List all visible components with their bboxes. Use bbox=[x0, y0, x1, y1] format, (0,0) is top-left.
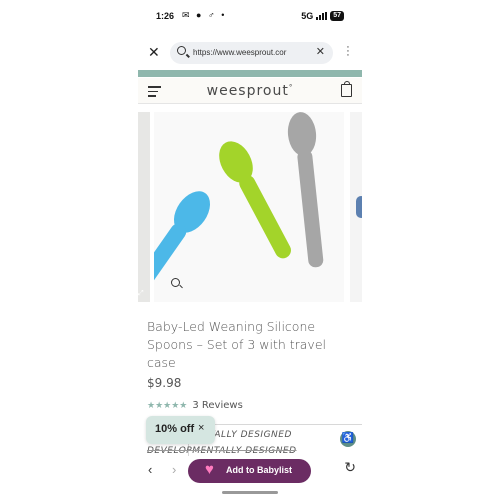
feature-line-1: NTALLY DESIGNED bbox=[202, 430, 292, 440]
feature-line-2: DEVELOPMENTALLY DESIGNED bbox=[147, 446, 297, 456]
logo-mark: ° bbox=[288, 83, 294, 92]
accessibility-icon[interactable]: ♿ bbox=[340, 431, 356, 447]
home-indicator[interactable] bbox=[222, 491, 278, 494]
battery-icon: 57 bbox=[330, 11, 344, 21]
next-image-preview bbox=[356, 196, 362, 218]
product-rating[interactable]: ★★★★★ 3 Reviews bbox=[147, 400, 243, 411]
babylist-label: Add to Babylist bbox=[226, 465, 293, 475]
site-header: weesprout° bbox=[138, 78, 362, 104]
green-spoon bbox=[219, 141, 291, 259]
zoom-icon[interactable] bbox=[171, 278, 180, 287]
network-label: 5G bbox=[301, 11, 314, 21]
clear-url-icon[interactable]: ✕ bbox=[316, 45, 325, 58]
url-field[interactable]: https://www.weesprout.cor ✕ bbox=[170, 42, 333, 64]
back-icon[interactable]: ‹ bbox=[148, 462, 152, 477]
star-rating-icon: ★★★★★ bbox=[147, 400, 188, 410]
grey-spoon bbox=[287, 112, 324, 268]
forward-icon[interactable]: › bbox=[172, 462, 176, 477]
bottom-navigation: ‹ › ♥ Add to Babylist ↻ bbox=[138, 456, 362, 486]
discount-label[interactable]: 10% off bbox=[155, 423, 194, 435]
status-bar: 1:26 ✉ ● ♂ • 5G 57 bbox=[138, 8, 362, 24]
product-title: Baby-Led Weaning Silicone Spoons – Set o… bbox=[147, 319, 326, 370]
heart-icon: ♥ bbox=[205, 461, 214, 478]
shopping-bag-icon[interactable] bbox=[341, 81, 352, 97]
feature-line-2-text: DEVELOPMENTALLY DESIGNED bbox=[147, 446, 297, 456]
discount-popup[interactable]: 10% off × bbox=[146, 416, 215, 444]
promo-strip bbox=[138, 70, 362, 77]
expand-icon: ⤢ bbox=[138, 290, 144, 297]
status-right: 5G 57 bbox=[301, 11, 344, 21]
product-image[interactable] bbox=[138, 112, 344, 302]
phone-screen: 1:26 ✉ ● ♂ • 5G 57 ✕ https://www.weespro… bbox=[138, 0, 362, 500]
product-price: $9.98 bbox=[147, 376, 182, 390]
reload-icon[interactable]: ↻ bbox=[344, 459, 356, 476]
add-to-babylist-button[interactable]: ♥ Add to Babylist bbox=[188, 459, 311, 483]
gallery-prev-image[interactable]: ⤢ bbox=[138, 112, 150, 302]
discount-close-icon[interactable]: × bbox=[198, 422, 204, 434]
close-icon[interactable]: ✕ bbox=[148, 44, 160, 61]
search-icon bbox=[177, 46, 186, 55]
blue-spoon bbox=[138, 191, 211, 301]
signal-icon bbox=[316, 12, 328, 20]
spoons-illustration bbox=[138, 112, 324, 301]
notification-icons: ✉ ● ♂ • bbox=[182, 10, 227, 20]
gallery-next-image[interactable] bbox=[350, 112, 362, 302]
browser-toolbar: ✕ https://www.weesprout.cor ✕ · · · bbox=[138, 40, 362, 66]
product-gallery[interactable]: ⤢ bbox=[138, 112, 362, 302]
site-logo[interactable]: weesprout° bbox=[138, 83, 362, 99]
status-time: 1:26 bbox=[156, 11, 175, 21]
more-vert-icon[interactable]: · · · bbox=[346, 42, 350, 61]
logo-text: weesprout bbox=[206, 83, 289, 99]
url-text[interactable]: https://www.weesprout.cor bbox=[193, 48, 305, 57]
reviews-link[interactable]: 3 Reviews bbox=[192, 400, 242, 411]
